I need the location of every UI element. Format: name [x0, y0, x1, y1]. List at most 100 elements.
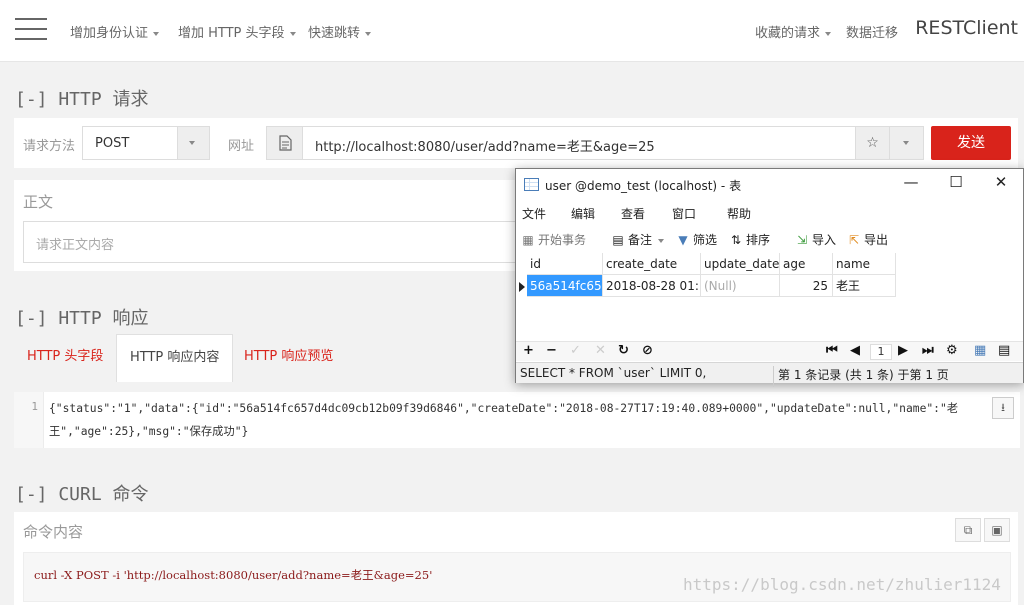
request-section-title[interactable]: [-] HTTP 请求: [15, 85, 149, 111]
maximize-icon[interactable]: ☐: [941, 173, 971, 191]
export-label: 导出: [864, 233, 889, 247]
grid-view-icon[interactable]: ▦: [974, 343, 986, 358]
column-header-id[interactable]: id: [527, 253, 603, 275]
import-button[interactable]: ⇲ 导入: [795, 231, 836, 248]
export-button[interactable]: ⇱ 导出: [847, 231, 888, 248]
method-label: 请求方法: [23, 139, 76, 154]
download-icon[interactable]: ⭳: [992, 397, 1014, 419]
import-icon: ⇲: [796, 233, 808, 247]
last-page-icon[interactable]: ⏭: [922, 343, 934, 358]
url-history-dropdown[interactable]: [889, 127, 923, 159]
column-header-name[interactable]: name: [833, 253, 896, 275]
paste-icon[interactable]: ▣: [984, 518, 1010, 542]
sort-icon: ⇅: [730, 233, 742, 247]
begin-transaction-button[interactable]: ▦ 开始事务: [521, 231, 586, 248]
next-page-icon[interactable]: ▶: [898, 343, 908, 358]
column-header-age[interactable]: age: [780, 253, 833, 275]
send-button[interactable]: 发送: [931, 126, 1011, 160]
column-header-update-date[interactable]: update_date: [701, 253, 780, 275]
copy-icon[interactable]: ⧉: [955, 518, 981, 542]
nav-data-migration[interactable]: 数据迁移: [846, 22, 898, 41]
first-page-icon[interactable]: ⏮: [826, 343, 838, 358]
nav-add-auth-label: 增加身份认证: [70, 26, 149, 41]
response-code[interactable]: {"status":"1","data":{"id":"56a514fc657d…: [49, 397, 989, 443]
url-input[interactable]: http://localhost:8080/user/add?name=老王&a…: [315, 136, 655, 155]
add-record-icon[interactable]: +: [523, 343, 534, 358]
menu-edit[interactable]: 编辑: [571, 205, 595, 222]
chevron-down-icon: [189, 141, 195, 145]
status-divider: [773, 366, 774, 387]
nav-add-auth[interactable]: 增加身份认证: [70, 22, 160, 41]
nav-quick-jump-label: 快速跳转: [308, 26, 361, 41]
memo-button[interactable]: ▤ 备注: [611, 231, 664, 248]
chevron-down-icon: [657, 238, 664, 243]
status-record-info: 第 1 条记录 (共 1 条) 于第 1 页: [778, 368, 949, 382]
filter-button[interactable]: ▼ 筛选: [676, 231, 717, 248]
chevron-down-icon: [903, 141, 909, 145]
table-icon: [524, 178, 539, 191]
window-statusbar: SELECT * FROM `user` LIMIT 0, 第 1 条记录 (共…: [516, 362, 1023, 387]
table-cell-id[interactable]: 56a514fc657: [527, 275, 603, 297]
previous-page-icon[interactable]: ◀: [850, 343, 860, 358]
page-number-input[interactable]: 1: [870, 344, 892, 360]
response-section-title[interactable]: [-] HTTP 响应: [15, 304, 149, 330]
refresh-icon[interactable]: ↻: [618, 343, 629, 358]
window-title: user @demo_test (localhost) - 表: [545, 179, 742, 193]
line-gutter: 1: [14, 392, 44, 448]
table-cell-create-date[interactable]: 2018-08-28 01:1: [603, 275, 701, 297]
discard-icon[interactable]: ✕: [595, 343, 606, 358]
sort-button[interactable]: ⇅ 排序: [729, 231, 770, 248]
menu-view[interactable]: 查看: [621, 205, 645, 222]
table-cell-name[interactable]: 老王: [833, 275, 896, 297]
form-view-icon[interactable]: ▤: [998, 343, 1010, 358]
window-titlebar[interactable]: user @demo_test (localhost) - 表 — ☐ ✕: [516, 169, 1023, 200]
window-menubar: 文件 编辑 查看 窗口 帮助: [516, 200, 1023, 224]
status-sql: SELECT * FROM `user` LIMIT 0,: [520, 366, 707, 380]
method-select[interactable]: POST: [82, 126, 210, 160]
watermark: https://blog.csdn.net/zhulier1124: [683, 575, 1001, 594]
current-row-marker-icon: [519, 282, 525, 292]
stop-icon[interactable]: ⊘: [642, 343, 653, 358]
column-header-create-date[interactable]: create_date: [603, 253, 701, 275]
chevron-down-icon: [365, 31, 372, 36]
memo-icon: ▤: [612, 233, 624, 247]
delete-record-icon[interactable]: −: [546, 343, 557, 358]
export-icon: ⇱: [848, 233, 860, 247]
data-grid: id create_date update_date age name 56a5…: [516, 253, 1023, 341]
table-cell-update-date[interactable]: (Null): [701, 275, 780, 297]
begin-transaction-label: 开始事务: [538, 233, 587, 247]
nav-favorites[interactable]: 收藏的请求: [755, 22, 832, 41]
method-dropdown-toggle[interactable]: [177, 127, 209, 159]
chevron-down-icon: [825, 31, 832, 36]
settings-gear-icon[interactable]: ⚙: [946, 343, 958, 358]
nav-quick-jump[interactable]: 快速跳转: [308, 22, 372, 41]
top-navbar: 增加身份认证 增加 HTTP 头字段 快速跳转 收藏的请求 数据迁移 RESTC…: [0, 0, 1024, 62]
menu-window[interactable]: 窗口: [672, 205, 696, 222]
document-icon: [267, 127, 303, 159]
apply-icon[interactable]: ✓: [570, 343, 581, 358]
curl-command[interactable]: curl -X POST -i 'http://localhost:8080/u…: [34, 567, 432, 583]
url-label: 网址: [228, 139, 255, 154]
method-value: POST: [95, 136, 130, 151]
table-cell-age[interactable]: 25: [780, 275, 833, 297]
menu-file[interactable]: 文件: [522, 205, 546, 222]
menu-icon[interactable]: [15, 18, 47, 42]
filter-label: 筛选: [693, 233, 718, 247]
close-icon[interactable]: ✕: [986, 173, 1016, 191]
tab-response-headers[interactable]: HTTP 头字段: [14, 334, 116, 382]
nav-add-header[interactable]: 增加 HTTP 头字段: [178, 22, 296, 41]
star-icon[interactable]: ☆: [855, 127, 889, 159]
menu-help[interactable]: 帮助: [727, 205, 751, 222]
brand-title[interactable]: RESTClient: [915, 17, 1018, 39]
nav-favorites-label: 收藏的请求: [755, 26, 821, 41]
body-title: 正文: [23, 193, 54, 211]
body-placeholder: 请求正文内容: [36, 238, 115, 253]
curl-section-title[interactable]: [-] CURL 命令: [15, 480, 149, 506]
memo-label: 备注: [628, 233, 653, 247]
curl-content-title: 命令内容: [23, 523, 84, 541]
minimize-icon[interactable]: —: [896, 173, 926, 191]
transaction-icon: ▦: [522, 233, 534, 247]
tab-response-body[interactable]: HTTP 响应内容: [116, 334, 234, 382]
tab-response-preview[interactable]: HTTP 响应预览: [231, 334, 346, 382]
record-navigator: + − ✓ ✕ ↻ ⊘ ⏮ ◀ 1 ▶ ⏭ ⚙ ▦ ▤: [516, 341, 1023, 361]
